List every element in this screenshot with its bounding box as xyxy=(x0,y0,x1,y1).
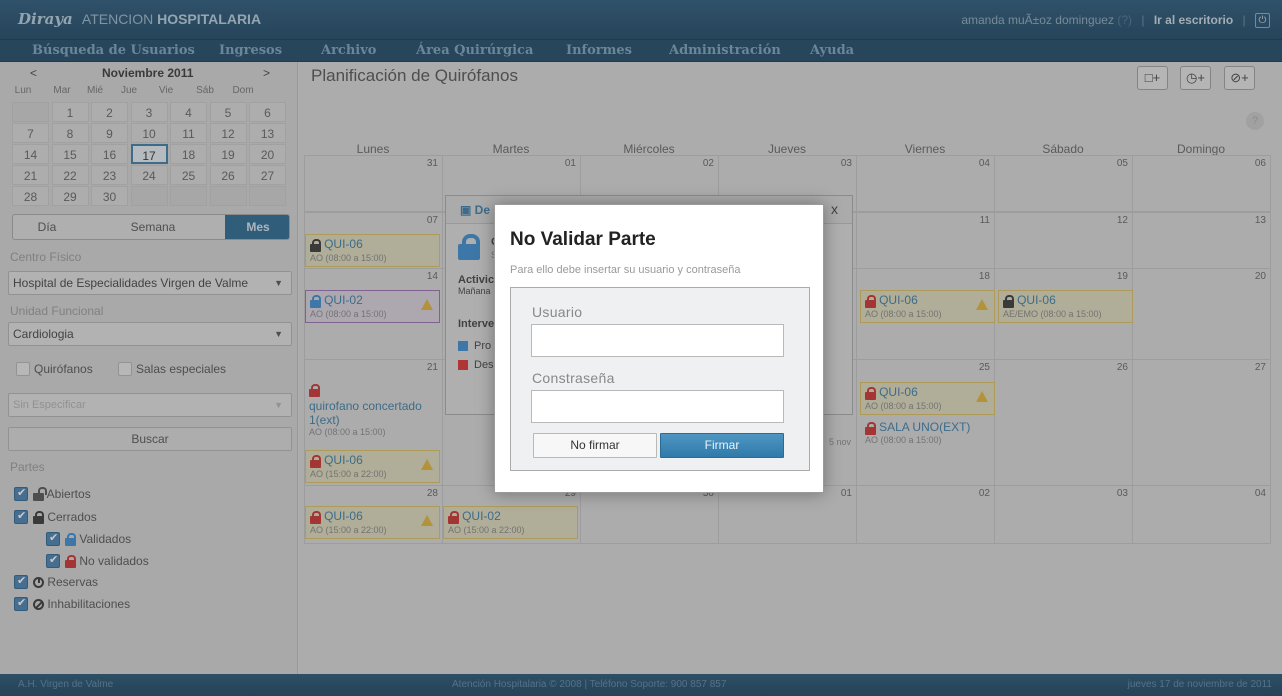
no-firmar-button[interactable]: No firmar xyxy=(533,433,657,458)
no-validar-parte-dialog: No Validar Parte Para ello debe insertar… xyxy=(494,204,824,493)
credentials-box: Usuario Constraseña No firmar Firmar xyxy=(510,287,810,471)
firmar-button[interactable]: Firmar xyxy=(660,433,784,458)
dialog-subtitle: Para ello debe insertar su usuario y con… xyxy=(510,264,741,276)
password-label: Constraseña xyxy=(532,370,615,386)
dialog-title: No Validar Parte xyxy=(510,229,656,250)
password-input[interactable] xyxy=(531,390,784,423)
app-window: Diraya ATENCION HOSPITALARIA amanda muÃ±… xyxy=(0,0,1282,696)
usuario-label: Usuario xyxy=(532,304,583,320)
usuario-input[interactable] xyxy=(531,324,784,357)
